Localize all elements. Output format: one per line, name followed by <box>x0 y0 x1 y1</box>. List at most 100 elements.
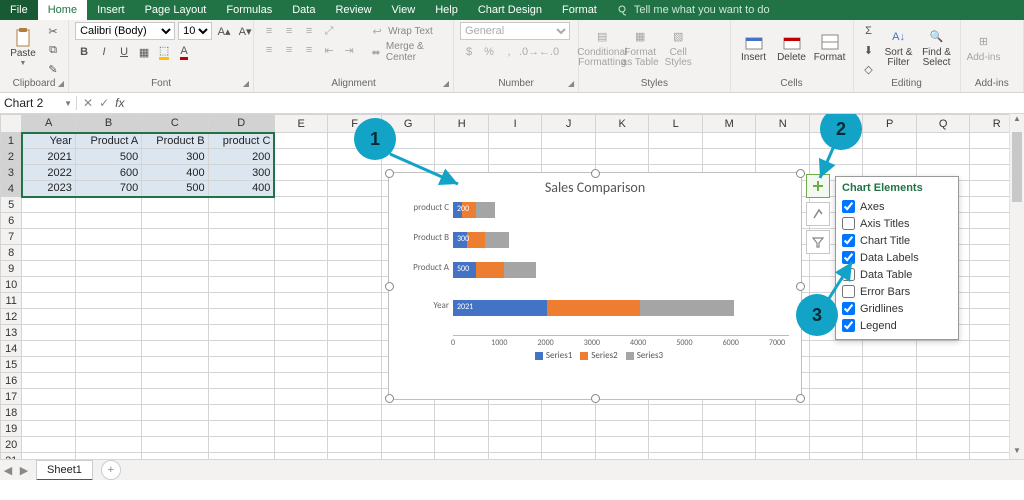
cell[interactable] <box>916 437 970 453</box>
resize-handle[interactable] <box>796 169 805 178</box>
chart-bar-segment[interactable] <box>467 232 486 248</box>
add-sheet-button[interactable]: + <box>101 460 121 480</box>
ribbon-tab-file[interactable]: File <box>0 0 38 20</box>
cell[interactable] <box>916 405 970 421</box>
conditional-formatting-button[interactable]: ▤Conditional Formatting <box>585 22 619 72</box>
cell[interactable] <box>435 437 489 453</box>
cell[interactable] <box>756 149 810 165</box>
cell[interactable] <box>208 197 274 213</box>
cell[interactable] <box>75 373 141 389</box>
ribbon-tab-review[interactable]: Review <box>325 0 381 20</box>
scroll-down-icon[interactable]: ▼ <box>1010 446 1024 460</box>
cell[interactable] <box>274 181 328 197</box>
col-header[interactable]: J <box>542 115 596 133</box>
cell[interactable] <box>863 437 917 453</box>
dialog-launcher-icon[interactable]: ◢ <box>443 79 449 88</box>
cell[interactable] <box>142 261 208 277</box>
cell[interactable] <box>542 421 596 437</box>
cell[interactable] <box>75 421 141 437</box>
cell[interactable] <box>488 405 542 421</box>
cell[interactable] <box>863 389 917 405</box>
chart-element-option[interactable]: Axes <box>842 198 952 215</box>
cell[interactable] <box>649 149 703 165</box>
cell[interactable] <box>328 341 382 357</box>
cell[interactable] <box>488 437 542 453</box>
cell[interactable] <box>274 261 328 277</box>
col-header[interactable]: A <box>22 115 76 133</box>
merge-center-label[interactable]: Merge & Center <box>386 41 447 63</box>
cell[interactable]: Product A <box>75 133 141 149</box>
col-header[interactable]: N <box>756 115 810 133</box>
cell[interactable]: 400 <box>142 165 208 181</box>
increase-font-icon[interactable]: A▴ <box>215 22 233 40</box>
cell[interactable] <box>142 325 208 341</box>
cell[interactable] <box>75 277 141 293</box>
cell[interactable] <box>22 213 76 229</box>
col-header[interactable]: H <box>435 115 489 133</box>
checkbox[interactable] <box>842 217 855 230</box>
checkbox[interactable] <box>842 319 855 332</box>
align-top-icon[interactable]: ≡ <box>260 22 278 40</box>
cell[interactable] <box>702 421 756 437</box>
resize-handle[interactable] <box>385 394 394 403</box>
cell[interactable] <box>328 309 382 325</box>
col-header[interactable]: L <box>649 115 703 133</box>
row-header[interactable]: 20 <box>1 437 22 453</box>
copy-icon[interactable]: ⧉ <box>44 41 62 59</box>
cell[interactable] <box>702 437 756 453</box>
cell[interactable] <box>863 373 917 389</box>
cell[interactable] <box>208 245 274 261</box>
cell[interactable] <box>595 437 649 453</box>
cell[interactable] <box>649 437 703 453</box>
embedded-chart[interactable]: Sales Comparison product C200Product B30… <box>388 172 802 400</box>
cell[interactable] <box>702 405 756 421</box>
cell[interactable] <box>75 437 141 453</box>
cell[interactable] <box>488 133 542 149</box>
cell[interactable] <box>328 213 382 229</box>
cell[interactable] <box>208 309 274 325</box>
underline-button[interactable]: U <box>115 43 133 61</box>
cell[interactable] <box>328 245 382 261</box>
cell[interactable] <box>208 229 274 245</box>
cell[interactable]: Year <box>22 133 76 149</box>
cancel-icon[interactable]: ✕ <box>83 96 93 110</box>
cell[interactable]: 2023 <box>22 181 76 197</box>
chart-element-option[interactable]: Chart Title <box>842 232 952 249</box>
indent-dec-icon[interactable]: ⇤ <box>320 41 338 59</box>
dialog-launcher-icon[interactable]: ◢ <box>243 79 249 88</box>
dialog-launcher-icon[interactable]: ◢ <box>568 79 574 88</box>
cell[interactable] <box>274 325 328 341</box>
cell[interactable] <box>142 341 208 357</box>
cell[interactable] <box>595 149 649 165</box>
cell[interactable] <box>916 421 970 437</box>
cut-icon[interactable]: ✂ <box>44 22 62 40</box>
chevron-down-icon[interactable]: ▼ <box>64 99 72 108</box>
resize-handle[interactable] <box>591 394 600 403</box>
name-box[interactable]: Chart 2▼ <box>0 96 77 110</box>
cell[interactable] <box>75 261 141 277</box>
cell[interactable] <box>22 373 76 389</box>
cell[interactable] <box>435 421 489 437</box>
cell[interactable] <box>142 309 208 325</box>
cell[interactable] <box>809 357 863 373</box>
row-header[interactable]: 10 <box>1 277 22 293</box>
cell[interactable] <box>274 357 328 373</box>
delete-cells-button[interactable]: Delete <box>775 22 809 72</box>
cell[interactable]: 500 <box>142 181 208 197</box>
cell[interactable] <box>863 133 917 149</box>
cell[interactable] <box>328 277 382 293</box>
row-header[interactable]: 17 <box>1 389 22 405</box>
cell[interactable] <box>208 213 274 229</box>
cell[interactable] <box>208 421 274 437</box>
font-name-select[interactable]: Calibri (Body) <box>75 22 175 40</box>
row-header[interactable]: 15 <box>1 357 22 373</box>
cell[interactable] <box>328 373 382 389</box>
chart-legend[interactable]: Series1Series2Series3 <box>389 350 801 361</box>
chart-element-option[interactable]: Legend <box>842 317 952 334</box>
cell[interactable] <box>328 165 382 181</box>
cell[interactable] <box>208 373 274 389</box>
cell[interactable] <box>274 245 328 261</box>
row-header[interactable]: 16 <box>1 373 22 389</box>
fill-icon[interactable]: ⬇ <box>860 41 878 59</box>
row-header[interactable]: 6 <box>1 213 22 229</box>
